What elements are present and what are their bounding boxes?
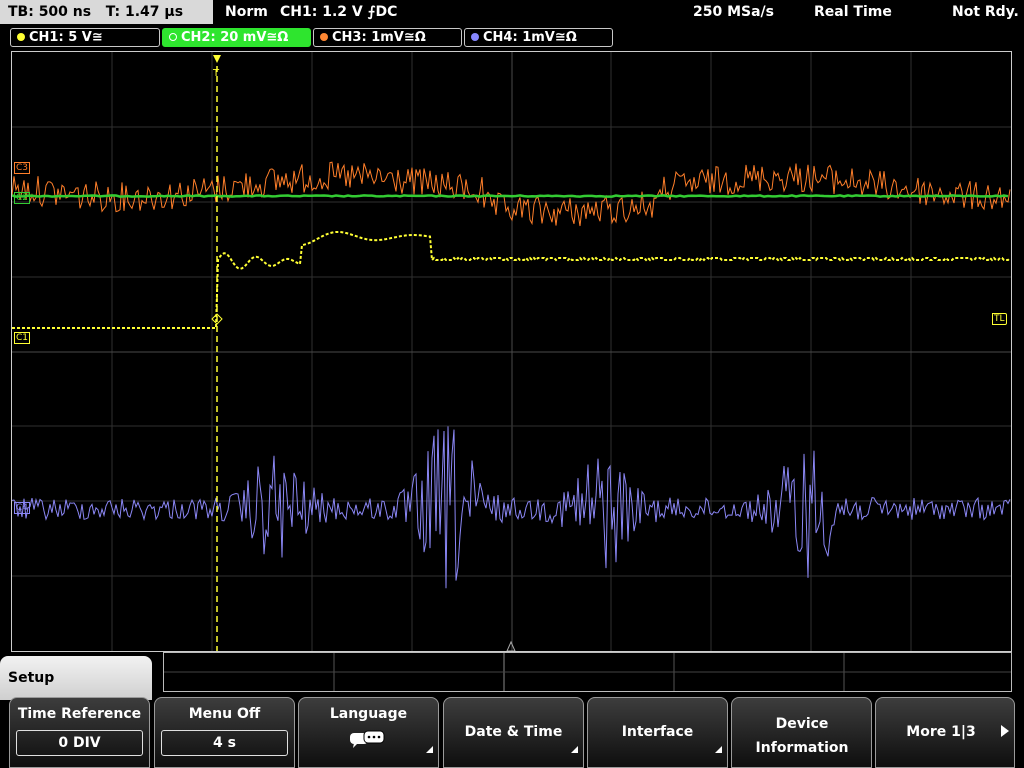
- time-reference-value: 0 DIV: [16, 730, 143, 756]
- trigger-position-label: T: [212, 68, 220, 79]
- ch4-color-dot: [471, 32, 479, 41]
- language-label: Language: [329, 706, 408, 722]
- submenu-indicator-icon: [571, 746, 578, 753]
- ch3-waveform: [12, 161, 1011, 227]
- trigger-settings[interactable]: CH1: 1.2 V ⨍DC: [280, 0, 397, 24]
- tab-ch2[interactable]: CH2: 20 mV≅Ω: [162, 28, 311, 47]
- time-reference-label: Time Reference: [17, 706, 142, 722]
- ch2-waveform: [12, 194, 1009, 198]
- trigger-time-value: T: 1.47 µs: [105, 4, 184, 20]
- timebase-indicator[interactable]: TB: 500 ns T: 1.47 µs: [0, 0, 213, 24]
- device-information-label: Device Information: [755, 716, 849, 756]
- ch3-ground-marker[interactable]: C3: [14, 162, 31, 174]
- ch4-waveform: [12, 426, 1011, 589]
- submenu-indicator-icon: [715, 746, 722, 753]
- waveform-svg: T: [12, 52, 1011, 651]
- ch3-color-dot: [320, 32, 328, 41]
- device-information-softkey[interactable]: Device Information: [731, 697, 872, 768]
- ch3-label: CH3: 1mV≅Ω: [332, 30, 426, 45]
- waveform-display[interactable]: T C3 C2 C1 C4 TL: [11, 51, 1012, 652]
- ch2-ground-marker[interactable]: C2: [14, 192, 31, 204]
- ch1-label: CH1: 5 V≅: [29, 30, 103, 45]
- info-strip-grid: [164, 653, 1011, 691]
- more-softkey[interactable]: More 1|3: [875, 697, 1015, 768]
- tab-ch1[interactable]: CH1: 5 V≅: [10, 28, 160, 47]
- language-softkey[interactable]: Language: [298, 697, 439, 768]
- interface-label: Interface: [621, 724, 694, 740]
- sample-rate: 250 MSa/s: [693, 4, 775, 20]
- arrow-right-icon: [1001, 725, 1009, 737]
- menu-title-tab: Setup: [0, 656, 152, 700]
- menu-off-softkey[interactable]: Menu Off 4 s: [154, 697, 295, 768]
- info-strip: [163, 652, 1012, 692]
- ch2-color-dot: [169, 32, 177, 41]
- submenu-indicator-icon: [426, 746, 433, 753]
- ch1-waveform: [12, 231, 1011, 329]
- ch1-color-dot: [17, 32, 25, 41]
- time-reference-softkey[interactable]: Time Reference 0 DIV: [9, 697, 150, 768]
- tab-ch3[interactable]: CH3: 1mV≅Ω: [313, 28, 462, 47]
- menu-title: Setup: [8, 670, 55, 686]
- ch2-label: CH2: 20 mV≅Ω: [181, 30, 289, 45]
- trigger-level-marker[interactable]: TL: [992, 313, 1007, 325]
- more-label: More 1|3: [906, 724, 976, 740]
- ch4-ground-marker[interactable]: C4: [14, 502, 31, 514]
- menu-off-label: Menu Off: [188, 706, 261, 722]
- tab-ch4[interactable]: CH4: 1mV≅Ω: [464, 28, 613, 47]
- trigger-position-marker: [213, 55, 221, 63]
- menu-off-value: 4 s: [161, 730, 288, 756]
- trigger-mode[interactable]: Norm: [225, 0, 268, 24]
- interface-softkey[interactable]: Interface: [587, 697, 728, 768]
- ch1-ground-marker[interactable]: C1: [14, 332, 31, 344]
- graticule-grid: [12, 52, 1011, 651]
- timebase-value: TB: 500 ns: [8, 4, 92, 20]
- date-time-softkey[interactable]: Date & Time: [443, 697, 584, 768]
- ch4-label: CH4: 1mV≅Ω: [483, 30, 577, 45]
- horizontal-center-marker: [506, 640, 516, 651]
- acquisition-mode: Real Time: [814, 4, 892, 20]
- date-time-label: Date & Time: [464, 724, 563, 740]
- speech-bubble-icon: [350, 730, 385, 748]
- acquisition-state: Not Rdy.: [952, 4, 1019, 20]
- status-bar: TB: 500 ns T: 1.47 µs Norm CH1: 1.2 V ⨍D…: [0, 0, 1024, 24]
